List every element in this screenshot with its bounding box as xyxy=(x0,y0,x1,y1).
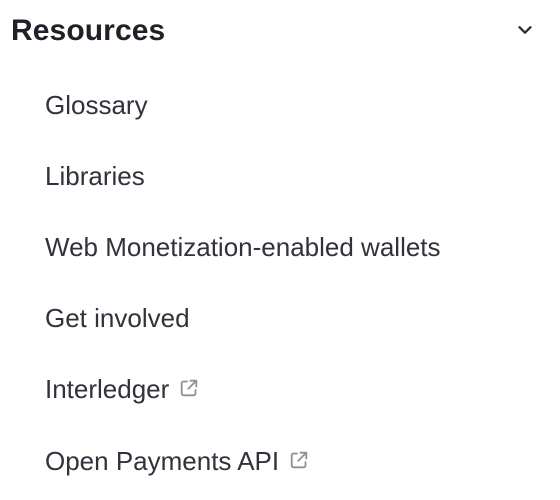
nav-link-glossary[interactable]: Glossary xyxy=(45,85,148,125)
chevron-down-icon[interactable] xyxy=(515,20,535,40)
external-link-icon xyxy=(288,449,310,471)
external-link-icon xyxy=(178,377,200,399)
nav-link-label: Open Payments API xyxy=(45,446,280,476)
resources-section-header[interactable]: Resources xyxy=(0,0,560,64)
nav-link-get-involved[interactable]: Get involved xyxy=(45,298,190,338)
section-title: Resources xyxy=(11,14,166,47)
nav-link-label: Glossary xyxy=(45,90,148,120)
nav-link-web-monetization-enabled-wallets[interactable]: Web Monetization-enabled wallets xyxy=(45,227,441,267)
nav-link-libraries[interactable]: Libraries xyxy=(45,156,145,196)
nav-link-label: Interledger xyxy=(45,374,170,404)
nav-link-label: Web Monetization-enabled wallets xyxy=(45,232,441,262)
resources-nav-section: Resources Glossary Libraries Web Monetiz… xyxy=(0,0,560,500)
nav-link-label: Libraries xyxy=(45,161,145,191)
nav-link-open-payments-api[interactable]: Open Payments API xyxy=(45,441,310,481)
nav-link-interledger[interactable]: Interledger xyxy=(45,369,200,409)
nav-link-label: Get involved xyxy=(45,303,190,333)
